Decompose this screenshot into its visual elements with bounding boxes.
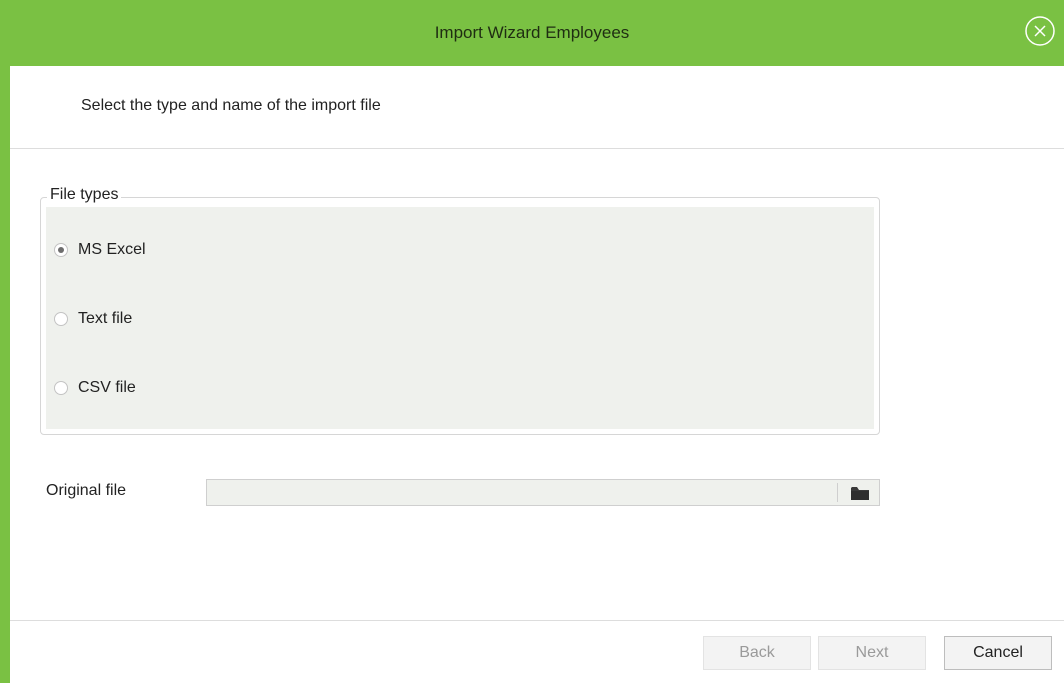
radio-button[interactable] — [54, 312, 68, 326]
radio-label: MS Excel — [78, 241, 146, 258]
title-bar: Import Wizard Employees — [0, 0, 1064, 66]
radio-ms-excel[interactable]: MS Excel — [54, 239, 146, 261]
back-button[interactable]: Back — [703, 636, 811, 670]
page-subtitle: Select the type and name of the import f… — [81, 97, 381, 114]
original-file-label: Original file — [46, 482, 127, 499]
original-file-input[interactable] — [207, 480, 837, 505]
file-types-panel — [46, 207, 874, 429]
folder-icon — [851, 486, 869, 500]
file-types-legend: File types — [47, 186, 122, 204]
radio-button[interactable] — [54, 381, 68, 395]
radio-button[interactable] — [54, 243, 68, 257]
footer-divider — [10, 620, 1064, 621]
close-button[interactable] — [1024, 15, 1056, 47]
window-title: Import Wizard Employees — [434, 23, 630, 42]
close-circle-icon — [1025, 16, 1055, 46]
cancel-button[interactable]: Cancel — [944, 636, 1052, 670]
radio-csv-file[interactable]: CSV file — [54, 377, 136, 399]
radio-label: Text file — [78, 310, 133, 327]
radio-label: CSV file — [78, 379, 136, 396]
file-types-group — [40, 197, 880, 435]
left-accent-bar — [0, 66, 10, 683]
browse-button[interactable] — [841, 480, 879, 505]
radio-text-file[interactable]: Text file — [54, 308, 132, 330]
browse-separator — [837, 483, 838, 502]
next-button[interactable]: Next — [818, 636, 926, 670]
header-divider — [10, 148, 1064, 149]
original-file-field — [206, 479, 880, 506]
